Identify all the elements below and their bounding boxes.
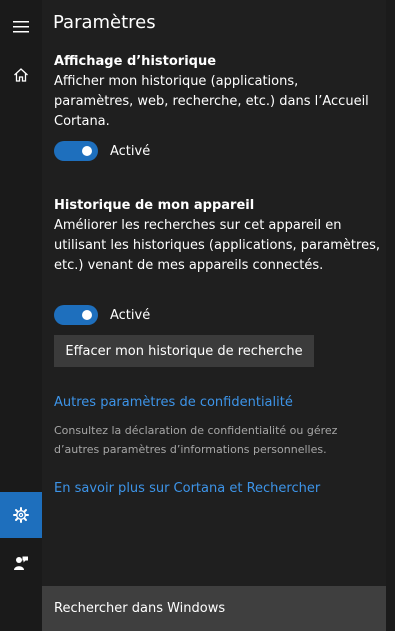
feedback-icon <box>14 556 28 570</box>
cortana-settings-window: Paramètres Affichage d’historique Affich… <box>0 0 395 631</box>
device-history-toggle[interactable] <box>54 305 98 325</box>
gear-icon <box>13 507 29 523</box>
privacy-note: Consultez la déclaration de confidential… <box>54 424 338 456</box>
history-display-section: Affichage d’historique Afficher mon hist… <box>54 52 380 132</box>
clear-search-history-button[interactable]: Effacer mon historique de recherche <box>54 335 314 367</box>
section-heading: Historique de mon appareil <box>54 198 255 213</box>
section-heading: Affichage d’historique <box>54 54 217 69</box>
toggle-state-label: Activé <box>110 307 151 323</box>
section-description: Afficher mon historique (applications, p… <box>54 74 369 129</box>
device-history-section: Historique de mon appareil Améliorer les… <box>54 196 380 276</box>
scroll-edge <box>386 0 395 586</box>
history-display-toggle-row: Activé <box>54 141 150 161</box>
toggle-knob <box>82 146 92 156</box>
search-bar[interactable]: Rechercher dans Windows <box>42 586 386 631</box>
privacy-settings-link[interactable]: Autres paramètres de confidentialité <box>54 395 293 410</box>
home-icon <box>14 68 28 82</box>
toggle-state-label: Activé <box>110 143 151 159</box>
search-input[interactable]: Rechercher dans Windows <box>54 601 225 616</box>
hamburger-menu-icon <box>13 21 29 33</box>
page-title: Paramètres <box>53 12 156 33</box>
settings-panel: Paramètres Affichage d’historique Affich… <box>42 0 386 586</box>
device-history-toggle-row: Activé <box>54 305 150 325</box>
hamburger-menu-button[interactable] <box>0 4 42 50</box>
search-bar-edge <box>386 586 395 631</box>
history-display-toggle[interactable] <box>54 141 98 161</box>
toggle-knob <box>82 310 92 320</box>
section-description: Améliorer les recherches sur cet apparei… <box>54 218 380 273</box>
settings-button[interactable] <box>0 492 42 538</box>
home-button[interactable] <box>0 52 42 98</box>
feedback-button[interactable] <box>0 540 42 586</box>
learn-more-link[interactable]: En savoir plus sur Cortana et Rechercher <box>54 481 320 496</box>
left-rail <box>0 0 42 631</box>
